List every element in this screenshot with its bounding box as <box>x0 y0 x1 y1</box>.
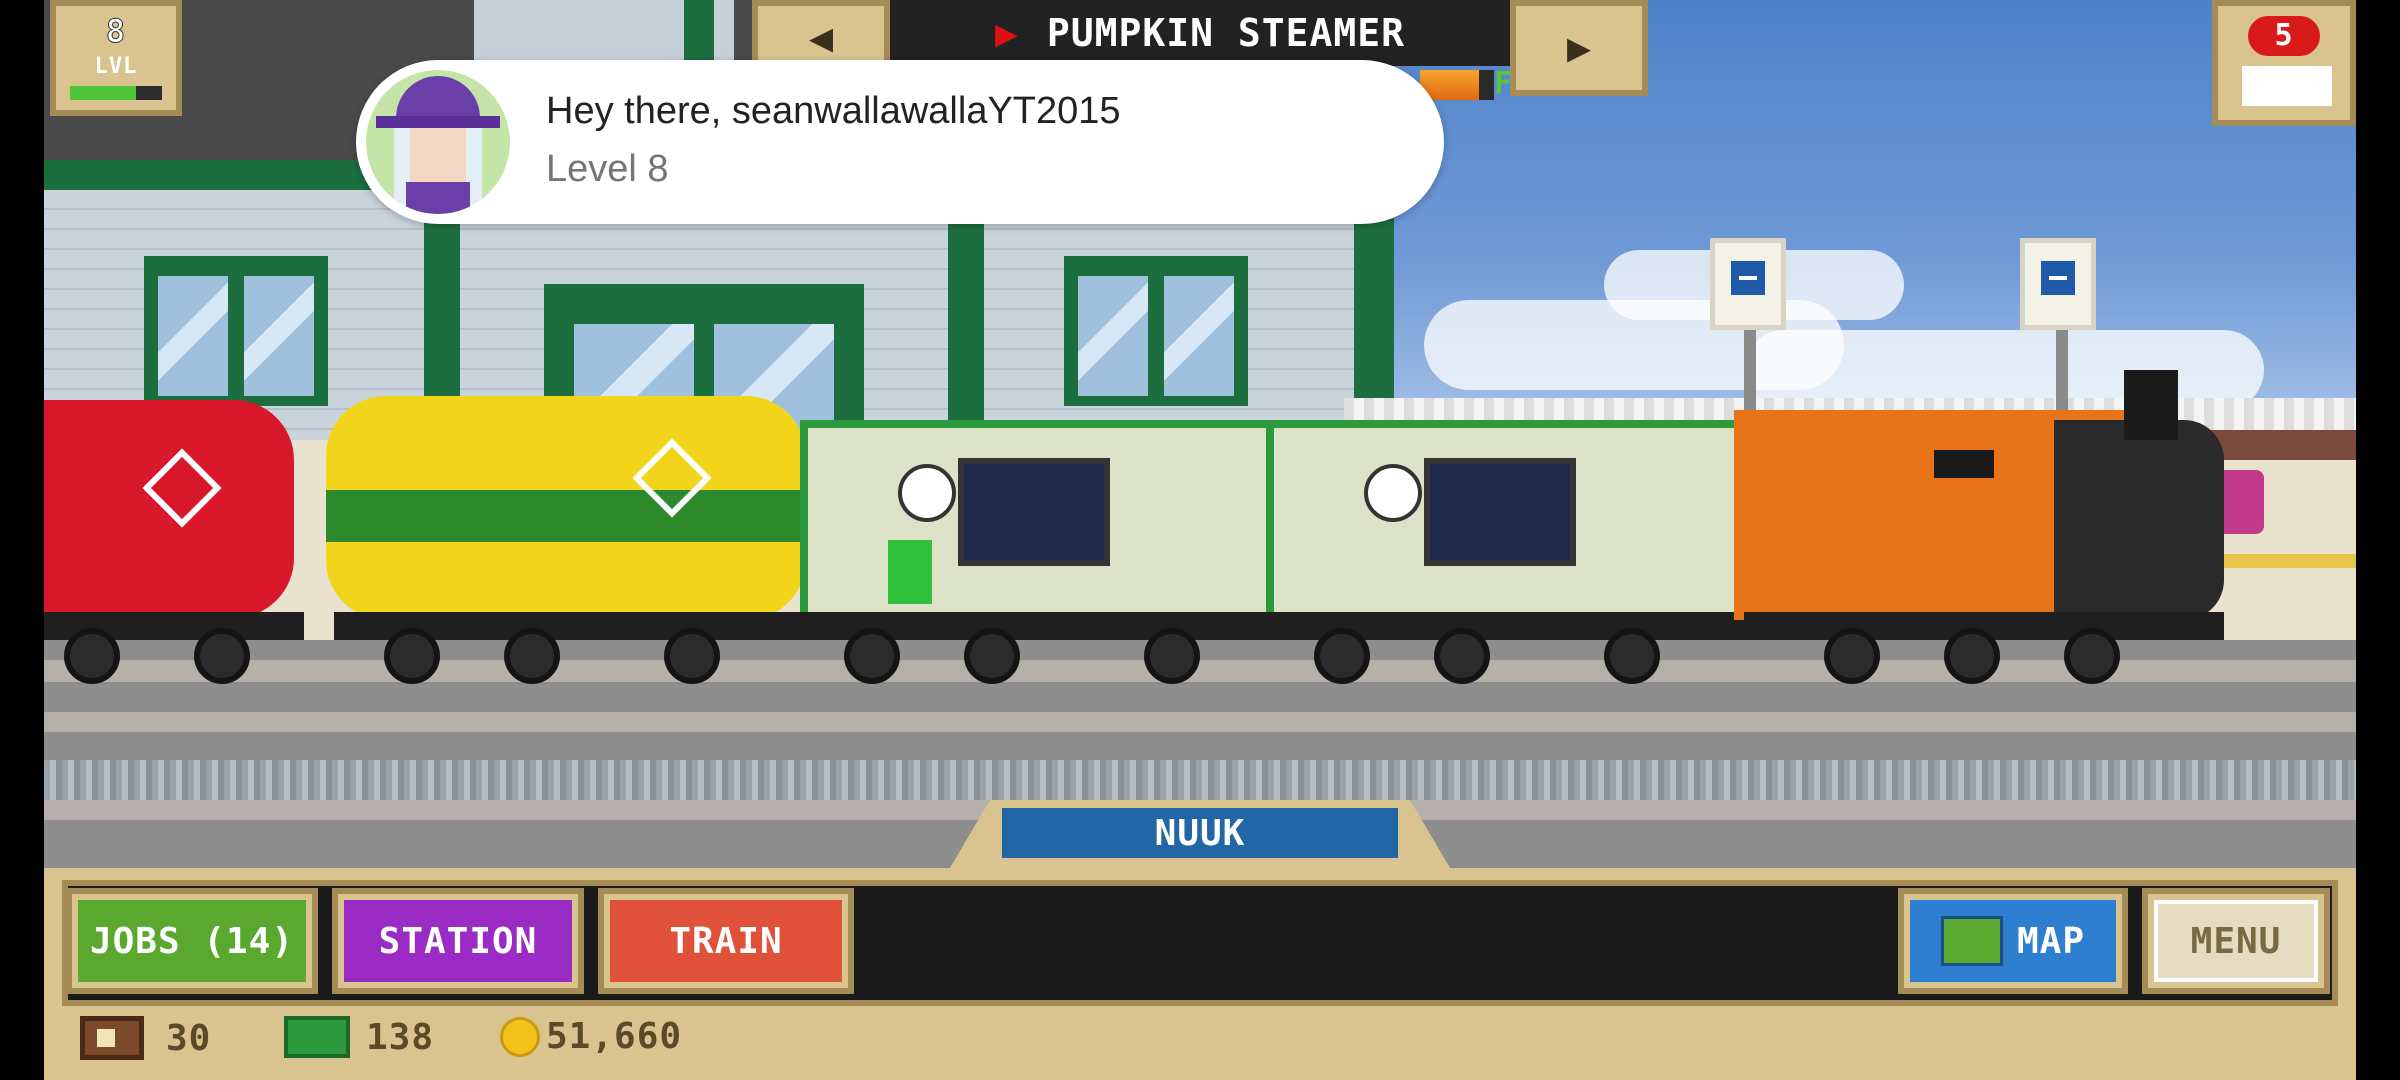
office-car <box>1266 420 1752 620</box>
platform-sign <box>1710 238 1786 330</box>
coins-value: 51,660 <box>546 1016 683 1057</box>
station-name: NUUK <box>996 802 1404 864</box>
station-button[interactable]: STATION <box>332 888 584 994</box>
cash-value: 138 <box>366 1016 435 1058</box>
welcome-notification[interactable]: Hey there, seanwallawallaYT2015 Level 8 <box>356 60 1444 224</box>
train-count-badge[interactable]: 5 <box>2212 0 2356 126</box>
fuel-gauge <box>1420 70 1494 100</box>
platform-sign <box>2020 238 2096 330</box>
map-button[interactable]: MAP <box>1898 888 2128 994</box>
chevron-right-icon: ▶ <box>1566 25 1592 71</box>
gravel <box>44 760 2356 800</box>
crates-value: 30 <box>166 1017 212 1059</box>
train-name: PUMPKIN STEAMER <box>1046 11 1406 55</box>
train-icon <box>2242 66 2332 106</box>
avatar <box>366 70 510 214</box>
next-train-button[interactable]: ▶ <box>1510 0 1648 96</box>
pumpkin-face-icon <box>1934 450 1994 478</box>
crate-icon <box>80 1016 144 1060</box>
crates-stat: 30 <box>80 1016 211 1060</box>
coins-stat: 51,660 <box>500 1016 682 1057</box>
train-name-bar: ▶ PUMPKIN STEAMER <box>890 0 1510 66</box>
clock-icon <box>898 464 956 522</box>
menu-label: MENU <box>2154 900 2318 982</box>
map-label: MAP <box>2016 920 2086 962</box>
monitor-screen <box>1424 458 1576 566</box>
jobs-label: JOBS (14) <box>78 900 306 982</box>
station-label: STATION <box>344 900 572 982</box>
notification-subtitle: Level 8 <box>546 148 669 190</box>
train-button[interactable]: TRAIN <box>598 888 854 994</box>
roof-post <box>684 0 714 60</box>
smokestack <box>2124 370 2178 440</box>
locomotive-boiler <box>2054 420 2224 620</box>
train-label: TRAIN <box>610 900 842 982</box>
level-badge[interactable]: 8 LVL <box>50 0 182 116</box>
clock-icon <box>1364 464 1422 522</box>
rail <box>44 712 2356 732</box>
notification-title: Hey there, seanwallawallaYT2015 <box>546 90 1121 132</box>
level-value: 8 <box>105 12 127 51</box>
coin-icon <box>500 1016 540 1057</box>
train-flag-icon: ▶ <box>994 11 1019 55</box>
cash-icon <box>284 1016 350 1058</box>
column <box>948 220 984 450</box>
menu-button[interactable]: MENU <box>2142 888 2330 994</box>
office-car <box>800 420 1286 620</box>
cash-stat: 138 <box>284 1016 434 1058</box>
monitor-screen <box>958 458 1110 566</box>
station-window <box>1064 256 1248 406</box>
level-label: LVL <box>94 54 138 79</box>
jobs-button[interactable]: JOBS (14) <box>66 888 318 994</box>
chevron-left-icon: ◀ <box>808 15 834 61</box>
station-window <box>144 256 328 406</box>
train-count: 5 <box>2248 16 2320 56</box>
passenger <box>888 540 932 604</box>
xp-bar <box>70 86 162 100</box>
map-icon <box>1940 916 2003 966</box>
